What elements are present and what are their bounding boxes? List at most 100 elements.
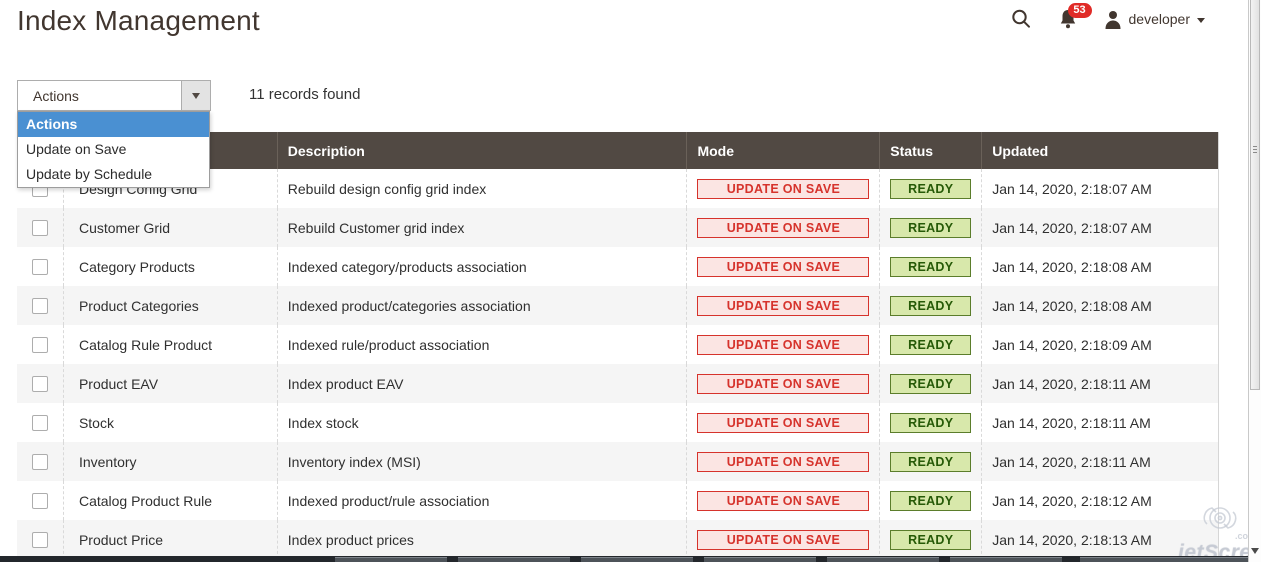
- actions-dropdown-option[interactable]: Update on Save: [18, 137, 209, 162]
- status-cell: READY: [879, 208, 981, 247]
- table-row: Product EAV Index product EAV UPDATE ON …: [17, 364, 1218, 403]
- indexer-name-cell: Product EAV: [63, 364, 277, 403]
- row-checkbox[interactable]: [32, 493, 48, 509]
- status-cell: READY: [879, 286, 981, 325]
- table-row: Catalog Product Rule Indexed product/rul…: [17, 481, 1218, 520]
- scroll-down-arrow-icon[interactable]: [1251, 548, 1259, 554]
- table-row: Product Categories Indexed product/categ…: [17, 286, 1218, 325]
- indexer-name-cell: Customer Grid: [63, 208, 277, 247]
- mode-badge: UPDATE ON SAVE: [697, 218, 869, 238]
- header-cell-mode[interactable]: Mode: [686, 132, 879, 169]
- actions-dropdown-list: Actions Update on Save Update by Schedul…: [17, 111, 210, 188]
- user-avatar-icon: [1104, 10, 1122, 29]
- row-select-cell: [17, 286, 63, 325]
- actions-select-arrow-button[interactable]: [181, 81, 210, 110]
- page-title: Index Management: [17, 5, 260, 37]
- description-cell: Indexed rule/product association: [277, 325, 687, 364]
- status-badge: READY: [890, 491, 971, 511]
- header-cell-description[interactable]: Description: [277, 132, 687, 169]
- indexer-name-cell: Catalog Rule Product: [63, 325, 277, 364]
- mode-badge: UPDATE ON SAVE: [697, 296, 869, 316]
- table-row: Stock Index stock UPDATE ON SAVE READY J…: [17, 403, 1218, 442]
- status-cell: READY: [879, 481, 981, 520]
- table-row: Category Products Indexed category/produ…: [17, 247, 1218, 286]
- row-select-cell: [17, 442, 63, 481]
- search-icon[interactable]: [1010, 8, 1032, 30]
- magnifier-glyph: [1010, 8, 1032, 30]
- actions-dropdown-option[interactable]: Actions: [18, 112, 209, 137]
- row-select-cell: [17, 325, 63, 364]
- status-cell: READY: [879, 325, 981, 364]
- updated-cell: Jan 14, 2020, 2:18:13 AM: [981, 520, 1218, 559]
- row-checkbox[interactable]: [32, 376, 48, 392]
- row-checkbox[interactable]: [32, 532, 48, 548]
- table-row: Inventory Inventory index (MSI) UPDATE O…: [17, 442, 1218, 481]
- indexer-name-cell: Inventory: [63, 442, 277, 481]
- user-account-menu[interactable]: developer: [1104, 10, 1206, 29]
- description-cell: Rebuild design config grid index: [277, 169, 687, 208]
- updated-cell: Jan 14, 2020, 2:18:11 AM: [981, 442, 1218, 481]
- status-cell: READY: [879, 442, 981, 481]
- actions-dropdown-option[interactable]: Update by Schedule: [18, 162, 209, 187]
- mode-cell: UPDATE ON SAVE: [686, 442, 879, 481]
- scrollbar-thumb[interactable]: [1250, 0, 1260, 390]
- vertical-scrollbar[interactable]: [1248, 0, 1261, 562]
- updated-cell: Jan 14, 2020, 2:18:12 AM: [981, 481, 1218, 520]
- mode-badge: UPDATE ON SAVE: [697, 530, 869, 550]
- notifications-bell-icon[interactable]: 53: [1058, 8, 1078, 30]
- row-select-cell: [17, 520, 63, 559]
- actions-select-value: Actions: [18, 88, 181, 104]
- row-select-cell: [17, 208, 63, 247]
- indexer-name-cell: Product Categories: [63, 286, 277, 325]
- mode-badge: UPDATE ON SAVE: [697, 374, 869, 394]
- table-row: Catalog Rule Product Indexed rule/produc…: [17, 325, 1218, 364]
- row-checkbox[interactable]: [32, 259, 48, 275]
- status-badge: READY: [890, 296, 971, 316]
- status-badge: READY: [890, 530, 971, 550]
- row-checkbox[interactable]: [32, 337, 48, 353]
- status-badge: READY: [890, 452, 971, 472]
- description-cell: Index product EAV: [277, 364, 687, 403]
- updated-cell: Jan 14, 2020, 2:18:07 AM: [981, 169, 1218, 208]
- description-cell: Inventory index (MSI): [277, 442, 687, 481]
- indexer-name-cell: Category Products: [63, 247, 277, 286]
- row-select-cell: [17, 481, 63, 520]
- mode-cell: UPDATE ON SAVE: [686, 520, 879, 559]
- row-checkbox[interactable]: [32, 415, 48, 431]
- header-cell-updated[interactable]: Updated: [981, 132, 1218, 169]
- chevron-down-icon: [192, 93, 200, 99]
- header-cell-status[interactable]: Status: [879, 132, 981, 169]
- description-cell: Indexed product/rule association: [277, 481, 687, 520]
- status-cell: READY: [879, 169, 981, 208]
- status-badge: READY: [890, 374, 971, 394]
- row-checkbox[interactable]: [32, 298, 48, 314]
- status-badge: READY: [890, 413, 971, 433]
- mode-badge: UPDATE ON SAVE: [697, 413, 869, 433]
- notification-count-badge: 53: [1068, 3, 1092, 18]
- mode-cell: UPDATE ON SAVE: [686, 247, 879, 286]
- updated-cell: Jan 14, 2020, 2:18:09 AM: [981, 325, 1218, 364]
- indexer-name-cell: Product Price: [63, 520, 277, 559]
- updated-cell: Jan 14, 2020, 2:18:07 AM: [981, 208, 1218, 247]
- taskbar-edge: [0, 556, 1261, 562]
- row-checkbox[interactable]: [32, 454, 48, 470]
- row-select-cell: [17, 403, 63, 442]
- actions-select[interactable]: Actions: [17, 80, 211, 111]
- mode-badge: UPDATE ON SAVE: [697, 491, 869, 511]
- mode-cell: UPDATE ON SAVE: [686, 364, 879, 403]
- row-select-cell: [17, 364, 63, 403]
- status-cell: READY: [879, 364, 981, 403]
- mode-badge: UPDATE ON SAVE: [697, 452, 869, 472]
- chevron-down-icon: [1197, 18, 1205, 23]
- updated-cell: Jan 14, 2020, 2:18:11 AM: [981, 364, 1218, 403]
- indexer-name-cell: Catalog Product Rule: [63, 481, 277, 520]
- grid-body: Design Config Grid Rebuild design config…: [17, 169, 1218, 559]
- user-name: developer: [1129, 11, 1191, 27]
- mode-cell: UPDATE ON SAVE: [686, 286, 879, 325]
- status-cell: READY: [879, 247, 981, 286]
- row-checkbox[interactable]: [32, 220, 48, 236]
- mode-cell: UPDATE ON SAVE: [686, 403, 879, 442]
- table-row: Product Price Index product prices UPDAT…: [17, 520, 1218, 559]
- table-row: Customer Grid Rebuild Customer grid inde…: [17, 208, 1218, 247]
- description-cell: Rebuild Customer grid index: [277, 208, 687, 247]
